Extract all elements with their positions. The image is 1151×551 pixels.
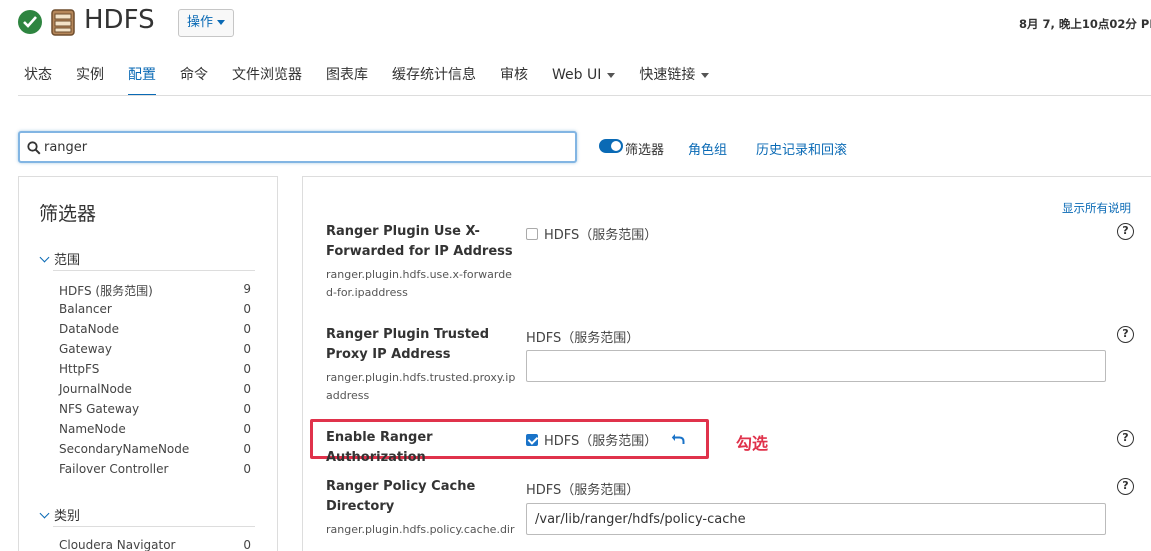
filter-group-scope-label: 范围 — [54, 253, 81, 268]
property-label: Enable Ranger Authorization — [326, 430, 433, 465]
filter-item-count: 0 — [243, 362, 251, 376]
tab-configuration[interactable]: 配置 — [128, 62, 156, 96]
filter-item-cloudera-navigator[interactable]: Cloudera Navigator 0 — [59, 538, 251, 551]
show-all-descriptions-link[interactable]: 显示所有说明 — [1062, 200, 1131, 216]
filter-item-balancer[interactable]: Balancer 0 — [59, 302, 251, 316]
property-key: ranger.plugin.hdfs.policy.cache.dir — [326, 523, 515, 536]
tab-quick-links-label: 快速链接 — [639, 67, 696, 83]
filter-item-hdfs[interactable]: HDFS (服务范围) 9 — [59, 282, 251, 299]
caret-down-icon — [217, 20, 226, 25]
history-rollback-link[interactable]: 历史记录和回滚 — [756, 139, 847, 158]
property-scope: HDFS（服务范围） — [526, 430, 657, 449]
filter-item-failover-controller[interactable]: Failover Controller 0 — [59, 462, 251, 476]
tab-commands[interactable]: 命令 — [180, 62, 208, 96]
filter-item-count: 0 — [243, 442, 251, 456]
filter-item-count: 0 — [243, 462, 251, 476]
caret-down-icon — [701, 72, 710, 78]
filter-item-httpfs[interactable]: HttpFS 0 — [59, 362, 251, 376]
tab-quick-links[interactable]: 快速链接 — [639, 62, 710, 96]
filter-item-label: Failover Controller — [59, 462, 169, 476]
status-ok-icon — [18, 10, 42, 34]
service-tabs: 状态 实例 配置 命令 文件浏览器 图表库 缓存统计信息 审核 Web UI 快… — [24, 62, 733, 96]
actions-label: 操作 — [187, 15, 214, 30]
filter-group-category-label: 类别 — [54, 509, 81, 524]
group-divider — [53, 526, 255, 527]
filter-item-count: 9 — [243, 282, 251, 296]
help-icon[interactable]: ? — [1117, 326, 1134, 343]
filter-item-label: Gateway — [59, 342, 113, 356]
filter-item-secondarynamenode[interactable]: SecondaryNameNode 0 — [59, 442, 251, 456]
filter-item-label: DataNode — [59, 322, 119, 336]
filter-item-count: 0 — [243, 382, 251, 396]
filter-item-label: NFS Gateway — [59, 402, 140, 416]
property-label: Ranger Policy Cache Directory — [326, 479, 476, 514]
policy-cache-directory-input[interactable] — [526, 503, 1106, 535]
search-icon — [27, 140, 41, 159]
search-box — [18, 131, 577, 163]
filter-item-gateway[interactable]: Gateway 0 — [59, 342, 251, 356]
filter-group-scope[interactable]: 范围 — [39, 249, 80, 268]
property-key: ranger.plugin.hdfs.use.x-forwarded-for.i… — [326, 268, 512, 299]
tab-instances[interactable]: 实例 — [76, 62, 104, 96]
tabs-divider — [18, 95, 1151, 96]
filter-toggle-label: 筛选器 — [625, 143, 665, 158]
property-scope: HDFS（服务范围） — [526, 331, 640, 346]
help-icon[interactable]: ? — [1117, 223, 1134, 240]
tab-cache-statistics[interactable]: 缓存统计信息 — [392, 62, 476, 96]
filter-sidebar: 筛选器 范围 HDFS (服务范围) 9 Balancer 0 DataNode 0 … — [18, 176, 278, 551]
undo-icon[interactable] — [671, 430, 685, 449]
filter-item-datanode[interactable]: DataNode 0 — [59, 322, 251, 336]
filter-item-label: HttpFS — [59, 362, 100, 376]
help-icon[interactable]: ? — [1117, 478, 1134, 495]
property-key: ranger.plugin.hdfs.trusted.proxy.ipaddre… — [326, 371, 516, 402]
search-input[interactable] — [44, 136, 564, 158]
service-title: HDFS — [84, 5, 155, 35]
filter-item-count: 0 — [243, 538, 251, 551]
property-scope: HDFS（服务范围） — [526, 224, 657, 243]
role-groups-link[interactable]: 角色组 — [688, 139, 727, 158]
filter-item-count: 0 — [243, 302, 251, 316]
filter-item-label: SecondaryNameNode — [59, 442, 190, 456]
filter-toggle[interactable] — [599, 139, 623, 153]
tab-status[interactable]: 状态 — [24, 62, 52, 96]
scope-label: HDFS（服务范围） — [544, 434, 658, 449]
use-x-forwarded-checkbox[interactable] — [526, 228, 538, 240]
enable-ranger-authorization-checkbox[interactable] — [526, 434, 538, 446]
property-scope: HDFS（服务范围） — [526, 483, 640, 498]
filter-item-label: Balancer — [59, 302, 112, 316]
trusted-proxy-ip-input[interactable] — [526, 350, 1106, 382]
filter-item-count: 0 — [243, 342, 251, 356]
filter-item-label: JournalNode — [59, 382, 132, 396]
tab-audits[interactable]: 审核 — [500, 62, 528, 96]
filter-item-count: 0 — [243, 422, 251, 436]
tab-web-ui[interactable]: Web UI — [552, 62, 616, 96]
tab-chart-library[interactable]: 图表库 — [326, 62, 368, 96]
caret-down-icon — [607, 72, 616, 78]
filter-title: 筛选器 — [39, 203, 97, 225]
filter-group-category[interactable]: 类别 — [39, 505, 80, 524]
chevron-down-icon — [39, 252, 50, 263]
scope-label: HDFS（服务范围） — [544, 228, 658, 243]
annotation-text: 勾选 — [736, 434, 769, 453]
toggle-knob — [611, 141, 621, 151]
filter-item-count: 0 — [243, 402, 251, 416]
timestamp: 8月 7, 晚上10点02分 PDT — [1019, 17, 1151, 31]
tab-file-browser[interactable]: 文件浏览器 — [232, 62, 302, 96]
filter-item-namenode[interactable]: NameNode 0 — [59, 422, 251, 436]
property-label: Ranger Plugin Use X-Forwarded for IP Add… — [326, 224, 513, 259]
filter-item-label: NameNode — [59, 422, 126, 436]
filter-item-label: Cloudera Navigator — [59, 538, 176, 551]
filter-item-journalnode[interactable]: JournalNode 0 — [59, 382, 251, 396]
filter-item-nfs-gateway[interactable]: NFS Gateway 0 — [59, 402, 251, 416]
hdfs-service-icon — [51, 9, 75, 36]
property-label: Ranger Plugin Trusted Proxy IP Address — [326, 327, 490, 362]
filter-item-count: 0 — [243, 322, 251, 336]
actions-dropdown-button[interactable]: 操作 — [178, 9, 235, 37]
group-divider — [53, 270, 255, 271]
filter-item-label: HDFS (服务范围) — [59, 284, 153, 298]
help-icon[interactable]: ? — [1117, 430, 1134, 447]
chevron-down-icon — [39, 508, 50, 519]
tab-web-ui-label: Web UI — [552, 67, 602, 83]
